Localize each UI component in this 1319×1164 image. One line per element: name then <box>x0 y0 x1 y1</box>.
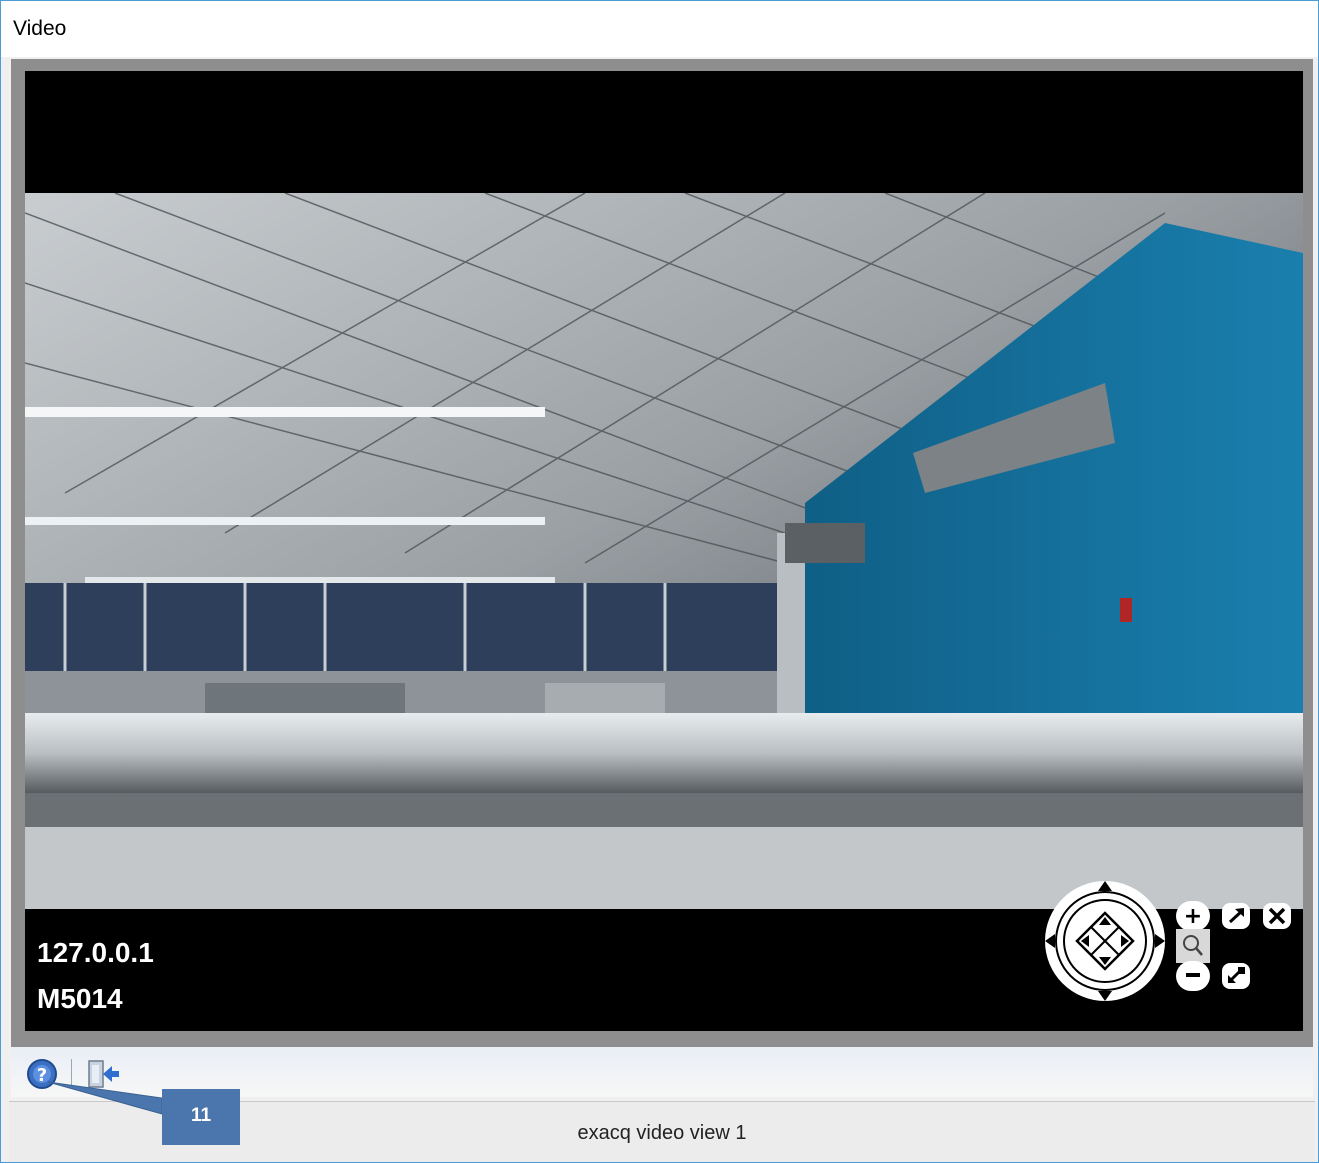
svg-text:?: ? <box>37 1065 47 1086</box>
title-bar: Video <box>1 1 1318 57</box>
zoom-in-icon[interactable]: + <box>1176 901 1210 931</box>
camera-ip-label: 127.0.0.1 <box>37 937 154 968</box>
callout-badge: 11 <box>162 1089 240 1145</box>
maximize-icon[interactable] <box>1222 903 1250 929</box>
office-scene-illustration <box>25 193 1303 909</box>
video-panel: 127.0.0.1 M5014 + <box>11 59 1313 1047</box>
video-window: Video 127.0.0.1 M5014 + ? exacq video vi… <box>0 0 1319 1163</box>
window-title: Video <box>13 17 67 40</box>
restore-icon[interactable] <box>1222 963 1250 989</box>
ptz-controls: + <box>1045 879 1307 1003</box>
help-icon[interactable]: ? <box>25 1057 59 1091</box>
exit-icon[interactable] <box>85 1057 119 1091</box>
toolbar-separator <box>71 1059 72 1089</box>
pan-tilt-pad-icon[interactable] <box>1045 881 1165 1001</box>
close-icon[interactable] <box>1263 903 1291 929</box>
camera-image <box>25 193 1303 909</box>
zoom-magnifier-icon <box>1176 929 1210 963</box>
video-view[interactable]: 127.0.0.1 M5014 + <box>25 71 1303 1031</box>
svg-text:+: + <box>1184 904 1202 929</box>
zoom-out-icon[interactable] <box>1176 961 1210 991</box>
camera-model-label: M5014 <box>37 983 123 1014</box>
